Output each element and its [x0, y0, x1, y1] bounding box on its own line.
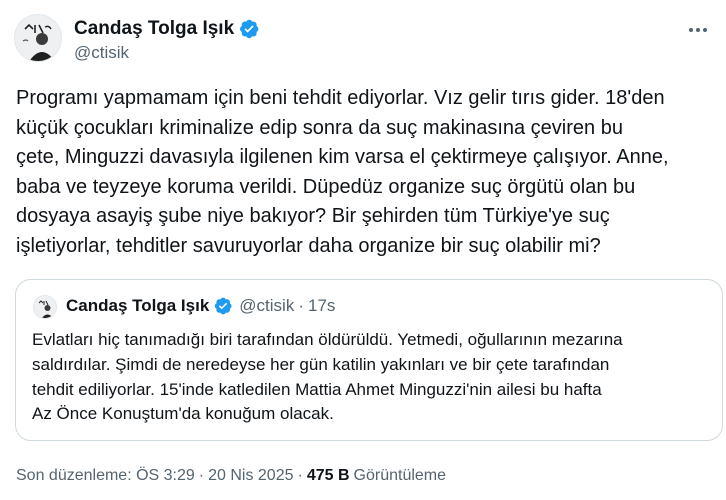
meta-separator: · — [297, 467, 303, 484]
verified-badge-icon — [213, 296, 233, 316]
tweet-meta: Son düzenleme: ÖS 3:29 · 20 Nis 2025 · 4… — [16, 467, 446, 485]
author-name-row: Candaş Tolga Işık — [74, 18, 260, 40]
more-dot — [689, 28, 693, 32]
quoted-avatar-image — [34, 296, 56, 318]
quoted-avatar — [33, 295, 57, 319]
meta-separator: · — [198, 467, 205, 484]
edited-timestamp[interactable]: Son düzenleme: ÖS 3:29 — [16, 467, 195, 485]
verified-badge-icon — [238, 18, 260, 40]
avatar-image — [15, 15, 61, 61]
tweet-text: Programı yapmamam için beni tehdit ediyo… — [16, 87, 669, 257]
more-dot — [703, 28, 707, 32]
quoted-text: Evlatları hiç tanımadığı biri tarafından… — [32, 330, 623, 424]
quoted-timestamp[interactable]: 17s — [308, 296, 335, 316]
more-dot — [696, 28, 700, 32]
quoted-handle: @ctisik — [239, 296, 295, 315]
post-date[interactable]: 20 Nis 2025 — [208, 467, 293, 485]
author-handle[interactable]: @ctisik — [74, 43, 129, 63]
quoted-header: Candaş Tolga Işık @ctisik · 17s — [66, 296, 335, 316]
avatar[interactable] — [14, 14, 62, 62]
tweet-header: Candaş Tolga Işık @ctisik — [14, 14, 714, 64]
quoted-tweet[interactable]: Candaş Tolga Işık @ctisik · 17s Evlatlar… — [15, 279, 723, 441]
author-display-name[interactable]: Candaş Tolga Işık — [74, 18, 234, 40]
quoted-display-name: Candaş Tolga Işık — [66, 296, 210, 315]
views-count: 475 B — [306, 467, 350, 484]
quoted-separator: · — [298, 296, 304, 315]
more-options-icon[interactable] — [684, 20, 712, 40]
views-label: Görüntüleme — [353, 467, 447, 484]
